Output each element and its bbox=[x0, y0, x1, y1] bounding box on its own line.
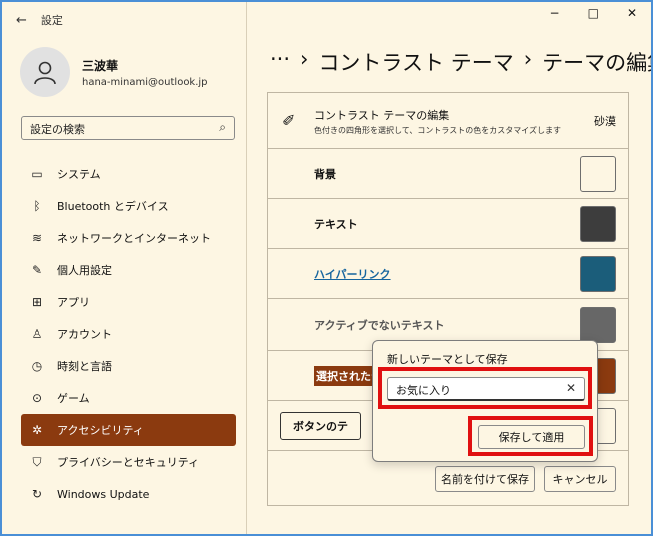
editor-subtitle: 色付きの四角形を選択して、コントラストの色をカスタマイズします bbox=[314, 126, 561, 135]
search-input[interactable]: 設定の検索 ⌕ bbox=[21, 116, 235, 140]
maximize-icon[interactable]: □ bbox=[588, 6, 599, 20]
minimize-icon[interactable]: − bbox=[550, 6, 560, 20]
breadcrumb-separator-icon: › bbox=[300, 47, 309, 71]
wifi-icon: ≋ bbox=[31, 231, 43, 245]
color-swatch-inactive-text[interactable] bbox=[580, 307, 616, 343]
sidebar-item-label: システム bbox=[57, 168, 101, 181]
color-swatch-hyperlink[interactable] bbox=[580, 256, 616, 292]
bluetooth-icon: ᛒ bbox=[33, 199, 41, 213]
editor-header: ✐ コントラスト テーマの編集 色付きの四角形を選択して、コントラストの色をカス… bbox=[268, 93, 628, 149]
person-icon: ♙ bbox=[31, 327, 43, 341]
sidebar-item-apps[interactable]: ⊞ アプリ bbox=[21, 286, 236, 318]
profile-email: hana-minami@outlook.jp bbox=[82, 76, 208, 88]
editor-title: コントラスト テーマの編集 bbox=[314, 109, 450, 122]
person-avatar-icon bbox=[34, 61, 56, 85]
sidebar-item-label: 個人用設定 bbox=[57, 264, 112, 277]
avatar bbox=[20, 47, 70, 97]
cancel-button[interactable]: キャンセル bbox=[544, 466, 616, 492]
sidebar-item-accounts[interactable]: ♙ アカウント bbox=[21, 318, 236, 350]
settings-window: ← 設定 三波華 hana-minami@outlook.jp 設定の検索 ⌕ … bbox=[0, 0, 653, 536]
titlebar: ← 設定 bbox=[16, 12, 63, 28]
theme-name-input[interactable]: お気に入り ✕ bbox=[387, 377, 585, 401]
sidebar-item-privacy[interactable]: ⛉ プライバシーとセキュリティ bbox=[21, 446, 236, 478]
search-input-text: 設定の検索 bbox=[30, 123, 85, 136]
sidebar-nav: ▭ システム ᛒ Bluetooth とデバイス ≋ ネットワークとインターネッ… bbox=[21, 158, 236, 510]
shield-icon: ⛉ bbox=[32, 454, 42, 469]
update-icon: ↻ bbox=[31, 487, 43, 501]
apps-icon: ⊞ bbox=[31, 295, 43, 309]
sidebar-item-personalization[interactable]: ✎ 個人用設定 bbox=[21, 254, 236, 286]
sidebar-item-accessibility[interactable]: ✲ アクセシビリティ bbox=[21, 414, 236, 446]
sidebar-item-label: アプリ bbox=[57, 296, 90, 309]
window-controls: − □ ✕ bbox=[550, 6, 637, 20]
monitor-icon: ▭ bbox=[31, 167, 43, 181]
app-title: 設定 bbox=[40, 14, 63, 27]
sidebar-item-windows-update[interactable]: ↻ Windows Update bbox=[21, 478, 236, 510]
save-as-button[interactable]: 名前を付けて保存 bbox=[435, 466, 535, 492]
breadcrumb-separator-icon: › bbox=[523, 47, 533, 71]
sidebar-item-label: ネットワークとインターネット bbox=[57, 232, 211, 245]
sidebar-item-bluetooth[interactable]: ᛒ Bluetooth とデバイス bbox=[21, 190, 236, 222]
row-label: アクティブでないテキスト bbox=[314, 318, 445, 332]
sidebar-item-network[interactable]: ≋ ネットワークとインターネット bbox=[21, 222, 236, 254]
sidebar-item-time-language[interactable]: ◷ 時刻と言語 bbox=[21, 350, 236, 382]
palette-edit-icon: ✐ bbox=[282, 111, 296, 130]
breadcrumb: ··· › コントラスト テーマ › テーマの編集 bbox=[270, 47, 651, 77]
row-label: ボタンのテ bbox=[280, 411, 361, 440]
profile[interactable]: 三波華 hana-minami@outlook.jp bbox=[20, 47, 208, 97]
color-row-text: テキスト bbox=[268, 199, 628, 249]
clock-language-icon: ◷ bbox=[31, 359, 43, 373]
sidebar-item-system[interactable]: ▭ システム bbox=[21, 158, 236, 190]
theme-name-input-text: お気に入り bbox=[396, 384, 451, 397]
color-row-hyperlink: ハイパーリンク bbox=[268, 249, 628, 299]
gamepad-icon: ⊙ bbox=[31, 391, 43, 405]
page-title: テーマの編集 bbox=[542, 51, 651, 75]
sidebar-item-label: Windows Update bbox=[57, 487, 150, 501]
sidebar-item-label: 時刻と言語 bbox=[57, 360, 112, 373]
row-label: ハイパーリンク bbox=[314, 267, 391, 281]
color-swatch-text[interactable] bbox=[580, 206, 616, 242]
save-theme-dialog: 新しいテーマとして保存 お気に入り ✕ 保存して適用 bbox=[372, 340, 598, 462]
color-row-background: 背景 bbox=[268, 149, 628, 199]
accessibility-icon: ✲ bbox=[31, 423, 43, 437]
back-arrow-icon[interactable]: ← bbox=[16, 13, 27, 28]
color-swatch-background[interactable] bbox=[580, 156, 616, 192]
row-label: テキスト bbox=[314, 217, 358, 231]
brush-icon: ✎ bbox=[31, 263, 43, 277]
sidebar-item-label: ゲーム bbox=[57, 392, 90, 405]
profile-name: 三波華 bbox=[82, 58, 119, 73]
sidebar-item-gaming[interactable]: ⊙ ゲーム bbox=[21, 382, 236, 414]
sidebar-item-label: Bluetooth とデバイス bbox=[57, 200, 169, 213]
save-and-apply-button[interactable]: 保存して適用 bbox=[478, 425, 585, 449]
breadcrumb-contrast-themes[interactable]: コントラスト テーマ bbox=[318, 47, 513, 77]
sidebar-item-label: アクセシビリティ bbox=[57, 424, 144, 437]
close-icon[interactable]: ✕ bbox=[627, 6, 637, 20]
row-label: 背景 bbox=[314, 167, 336, 181]
sidebar: ← 設定 三波華 hana-minami@outlook.jp 設定の検索 ⌕ … bbox=[2, 2, 247, 534]
breadcrumb-ellipsis[interactable]: ··· bbox=[270, 47, 290, 77]
theme-name: 砂漠 bbox=[594, 115, 616, 128]
sidebar-item-label: アカウント bbox=[57, 328, 112, 341]
clear-icon[interactable]: ✕ bbox=[566, 381, 576, 395]
search-icon[interactable]: ⌕ bbox=[219, 120, 226, 135]
sidebar-item-label: プライバシーとセキュリティ bbox=[57, 456, 200, 469]
dialog-title: 新しいテーマとして保存 bbox=[387, 353, 508, 366]
